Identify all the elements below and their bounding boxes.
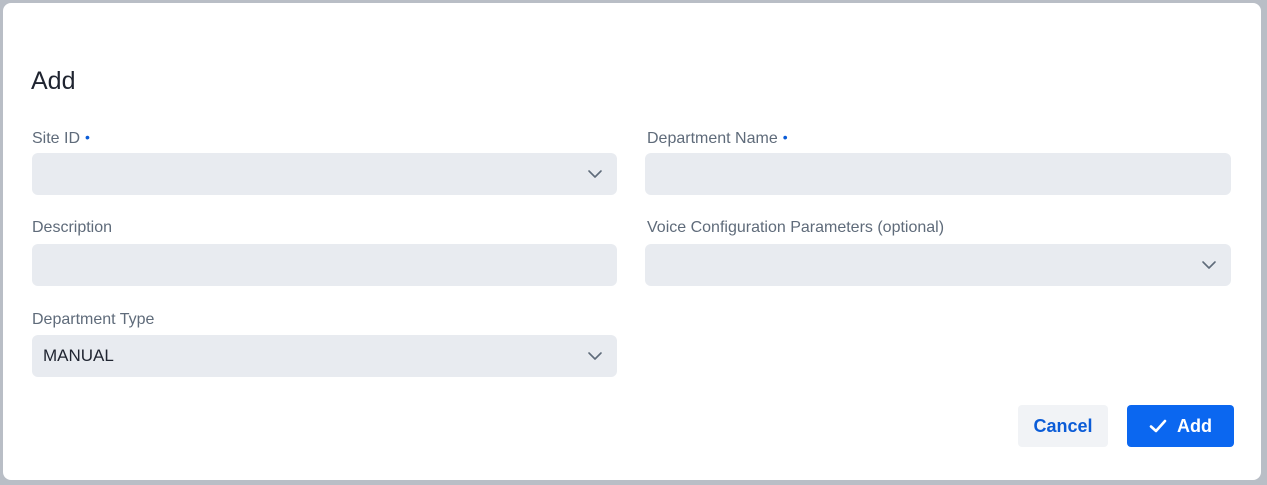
department-name-label-text: Department Name: [647, 130, 778, 147]
chevron-down-icon: [588, 352, 602, 360]
description-label: Description: [32, 219, 113, 236]
site-id-select[interactable]: [32, 153, 617, 195]
site-id-label-text: Site ID: [32, 130, 81, 147]
voice-config-label: Voice Configuration Parameters (optional…: [647, 219, 945, 236]
site-id-label: Site ID •: [32, 128, 90, 149]
department-name-label: Department Name •: [647, 128, 788, 149]
dialog-title: Add: [31, 67, 76, 95]
cancel-button-label: Cancel: [1033, 415, 1093, 436]
chevron-down-icon: [588, 170, 602, 178]
add-button[interactable]: Add: [1127, 405, 1234, 447]
add-button-label: Add: [1177, 415, 1212, 436]
check-icon: [1149, 419, 1167, 433]
department-type-value: MANUAL: [43, 346, 114, 365]
department-type-select[interactable]: MANUAL: [32, 335, 617, 377]
required-marker: •: [782, 129, 788, 145]
add-department-dialog: Add Site ID • Department Name • Descriptio…: [3, 3, 1261, 480]
cancel-button[interactable]: Cancel: [1018, 405, 1108, 447]
description-input[interactable]: [32, 244, 617, 286]
voice-config-select[interactable]: [645, 244, 1231, 286]
required-marker: •: [85, 129, 90, 145]
department-name-input[interactable]: [645, 153, 1231, 195]
department-type-label: Department Type: [32, 311, 155, 328]
chevron-down-icon: [1202, 261, 1216, 269]
